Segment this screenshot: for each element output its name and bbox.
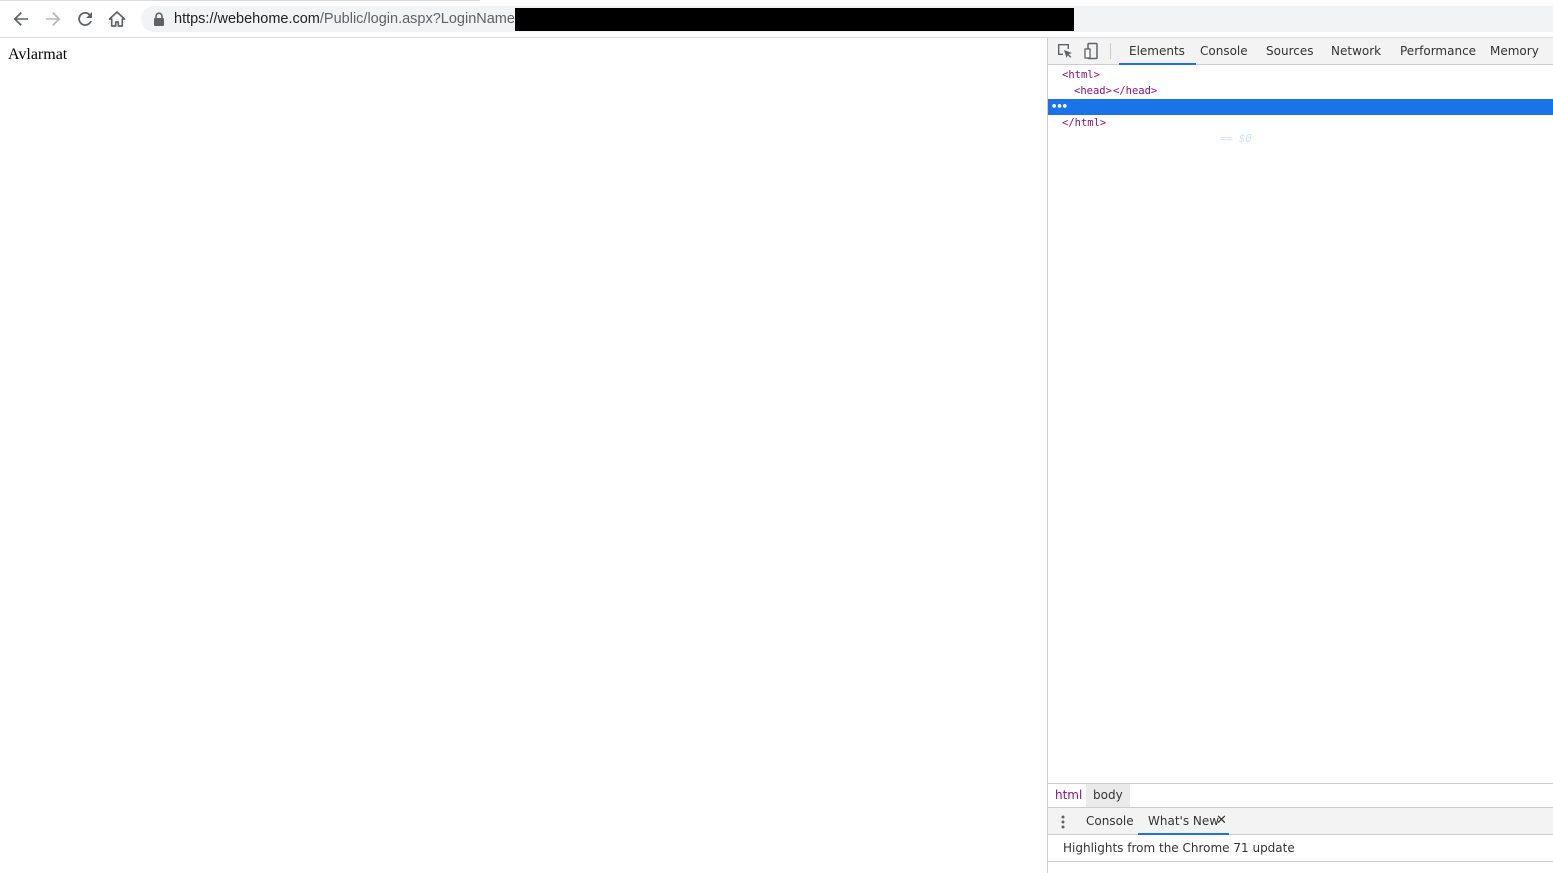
tab-strip-edge	[0, 0, 480, 1]
drawer-tab-whats-new[interactable]: What's New	[1137, 808, 1230, 835]
tab-performance[interactable]: Performance	[1400, 38, 1476, 64]
home-button[interactable]	[103, 5, 131, 33]
tab-elements[interactable]: Elements	[1119, 38, 1196, 65]
dom-node-body[interactable]: ••• <body> Avlarmat </body> == $0	[1048, 99, 1553, 145]
whats-new-panel: Highlights from the Chrome 71 update	[1048, 835, 1553, 862]
whats-new-message: Highlights from the Chrome 71 update	[1063, 841, 1295, 855]
page-body-text: Avlarmat	[8, 46, 68, 63]
tab-sources[interactable]: Sources	[1266, 38, 1313, 64]
address-bar[interactable]: https://webehome.com/Public/login.aspx?L…	[141, 6, 1553, 32]
url-host: https://webehome.com	[174, 11, 320, 27]
home-icon	[108, 11, 126, 27]
body-close-tag: </body>	[1170, 133, 1215, 145]
reload-icon	[78, 11, 92, 26]
head-close-tag: </head>	[1113, 85, 1158, 97]
body-text-node: Avlarmat	[1113, 133, 1164, 145]
breadcrumb-body[interactable]: body	[1086, 784, 1130, 807]
arrow-right-icon	[46, 12, 61, 26]
reload-button[interactable]	[71, 5, 99, 33]
drawer-tab-bar: Console What's New ✕	[1048, 807, 1553, 835]
node-actions-dots[interactable]: •••	[1051, 99, 1068, 115]
dom-node-html[interactable]: <html>	[1048, 67, 1553, 83]
url-text[interactable]: https://webehome.com/Public/login.aspx?L…	[174, 6, 523, 32]
body-open-tag: <body>	[1074, 133, 1112, 145]
inspect-element-icon[interactable]	[1056, 42, 1074, 60]
more-vertical-icon[interactable]	[1059, 814, 1067, 830]
dom-node-html-close[interactable]: </html>	[1048, 115, 1553, 131]
toolbar-separator	[1110, 43, 1111, 59]
arrow-left-icon	[13, 12, 28, 26]
html-open-tag: <html>	[1062, 69, 1100, 81]
forward-button[interactable]	[39, 5, 67, 33]
browser-toolbar: https://webehome.com/Public/login.aspx?L…	[0, 0, 1553, 38]
back-button[interactable]	[7, 5, 35, 33]
drawer-tab-whats-new-label: What's New	[1148, 814, 1220, 828]
head-open-tag: <head>	[1074, 85, 1112, 97]
page-viewport: Avlarmat	[0, 38, 1047, 873]
device-toolbar-icon[interactable]	[1083, 42, 1101, 60]
dom-tree: <html> <head> </head> ••• <body> Avlarmat <…	[1048, 65, 1553, 783]
html-close-tag: </html>	[1062, 117, 1107, 129]
tab-network[interactable]: Network	[1331, 38, 1381, 64]
dom-node-head[interactable]: <head> </head>	[1048, 83, 1553, 99]
tab-memory[interactable]: Memory	[1490, 38, 1539, 64]
breadcrumb: html body	[1048, 783, 1553, 807]
redaction-bar	[515, 8, 1074, 31]
breadcrumb-html[interactable]: html	[1048, 784, 1089, 807]
close-icon[interactable]: ✕	[1216, 808, 1227, 834]
devtools-panel: Elements Console Sources Network Perform…	[1047, 38, 1553, 873]
selected-node-marker: == $0	[1220, 133, 1252, 145]
devtools-tab-bar: Elements Console Sources Network Perform…	[1048, 38, 1553, 65]
drawer-tab-console[interactable]: Console	[1086, 808, 1134, 834]
url-path: /Public/login.aspx?LoginName=	[319, 11, 524, 27]
lock-icon[interactable]	[153, 12, 165, 26]
tab-console[interactable]: Console	[1200, 38, 1248, 64]
